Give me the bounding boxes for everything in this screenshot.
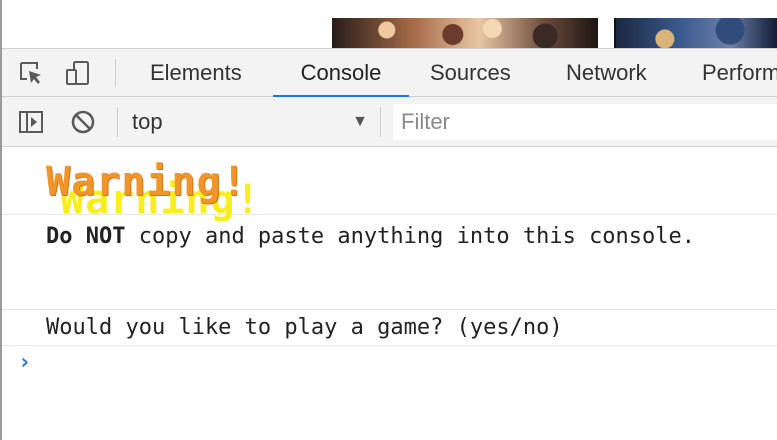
page-image-thumbnail[interactable] — [614, 18, 777, 48]
console-toolbar: top ▼ — [2, 97, 777, 147]
tab-performance[interactable]: Perform — [702, 49, 777, 97]
console-sidebar-icon[interactable] — [18, 109, 44, 135]
toolbar-divider — [117, 107, 118, 137]
execution-context-value: top — [132, 109, 163, 134]
tab-console[interactable]: Console — [273, 49, 409, 98]
console-input[interactable] — [46, 347, 746, 383]
notice-emphasis: Do NOT — [46, 224, 126, 249]
question-text: Would you like to play a game? (yes/no) — [46, 315, 563, 340]
filter-input[interactable] — [393, 104, 777, 140]
console-message-question: Would you like to play a game? (yes/no) — [2, 310, 777, 346]
console-message-notice: Do NOT copy and paste anything into this… — [2, 215, 777, 310]
devtools-window: Elements Console Sources Network Perform… — [0, 0, 777, 440]
notice-text: Do NOT copy and paste anything into this… — [46, 224, 695, 249]
prompt-caret-icon: › — [18, 350, 32, 375]
console-message-warning: Warning! Warning! — [2, 147, 777, 223]
console-messages: Warning! Warning! Do NOT copy and paste … — [2, 147, 777, 440]
page-content-strip — [2, 0, 777, 48]
device-toolbar-icon[interactable] — [65, 60, 91, 86]
toolbar-divider — [115, 59, 116, 87]
devtools-tab-bar: Elements Console Sources Network Perform — [2, 48, 777, 98]
clear-console-icon[interactable] — [70, 109, 96, 135]
notice-rest: copy and paste anything into this consol… — [125, 224, 696, 249]
inspect-element-icon[interactable] — [18, 60, 44, 86]
console-prompt: › — [2, 347, 777, 387]
tab-sources[interactable]: Sources — [430, 49, 511, 97]
tab-network[interactable]: Network — [566, 49, 647, 97]
execution-context-select[interactable]: top ▼ — [132, 97, 368, 147]
dropdown-caret-icon: ▼ — [352, 113, 368, 130]
toolbar-divider — [380, 107, 381, 137]
page-image-thumbnail[interactable] — [332, 18, 598, 48]
warning-text: Warning! — [46, 159, 247, 205]
tab-elements[interactable]: Elements — [150, 49, 242, 97]
